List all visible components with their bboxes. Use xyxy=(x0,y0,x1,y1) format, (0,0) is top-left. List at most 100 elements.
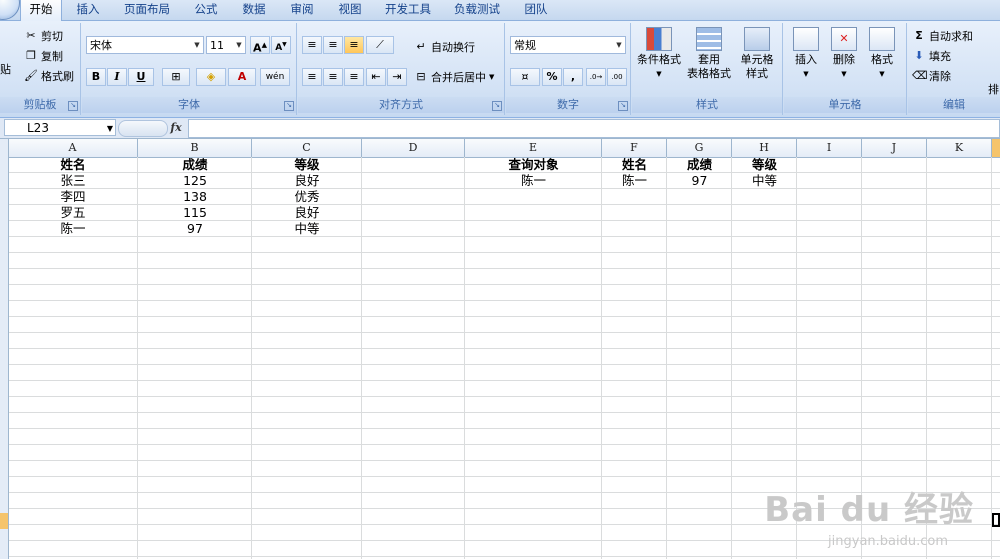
tab-load-test[interactable]: 负载测试 xyxy=(446,0,508,20)
autosum-button[interactable]: Σ 自动求和 xyxy=(912,28,973,44)
cell-b4[interactable]: 115 xyxy=(138,205,252,221)
shrink-font-button[interactable]: A▼ xyxy=(271,36,291,54)
tab-insert[interactable]: 插入 xyxy=(68,0,108,20)
cell-c1[interactable]: 等级 xyxy=(252,157,362,173)
phonetic-button[interactable]: wén xyxy=(260,68,290,86)
align-bottom-button[interactable]: ≡ xyxy=(344,36,364,54)
delete-cells-button[interactable]: ✕ 删除 ▼ xyxy=(826,27,862,81)
row-header-23[interactable] xyxy=(0,513,8,529)
grow-font-button[interactable]: A▲ xyxy=(250,36,270,55)
tab-developer[interactable]: 开发工具 xyxy=(378,0,438,20)
alignment-launcher-icon[interactable]: ↘ xyxy=(492,101,502,111)
selected-cell-l23[interactable] xyxy=(992,513,1000,527)
format-cells-button[interactable]: 格式 ▼ xyxy=(864,27,900,81)
column-header-e[interactable]: E xyxy=(465,139,602,157)
currency-button[interactable]: ¤ xyxy=(510,68,540,86)
clear-button[interactable]: ⌫ 清除 xyxy=(912,68,951,84)
cell-styles-button[interactable]: 单元格 样式 xyxy=(734,27,780,81)
fill-button[interactable]: ⬇ 填充 xyxy=(912,48,951,64)
copy-button[interactable]: ❐ 复制 xyxy=(24,48,63,64)
cell-a3[interactable]: 李四 xyxy=(8,189,138,205)
tab-view[interactable]: 视图 xyxy=(330,0,370,20)
cell-g2[interactable]: 97 xyxy=(667,173,732,189)
name-box[interactable]: L23 ▼ xyxy=(4,119,116,136)
decrease-decimal-button[interactable]: .00 xyxy=(607,68,627,86)
cell-a1[interactable]: 姓名 xyxy=(8,157,138,173)
align-left-button[interactable]: ≡ xyxy=(302,68,322,86)
cell-c4[interactable]: 良好 xyxy=(252,205,362,221)
cell-h1[interactable]: 等级 xyxy=(732,157,797,173)
italic-button[interactable]: I xyxy=(107,68,127,86)
column-header-k[interactable]: K xyxy=(927,139,992,157)
number-launcher-icon[interactable]: ↘ xyxy=(618,101,628,111)
cut-button[interactable]: ✂ 剪切 xyxy=(24,28,63,44)
merge-center-button[interactable]: ⊟ 合并后居中 ▼ xyxy=(414,69,494,85)
tab-team[interactable]: 团队 xyxy=(516,0,556,20)
cell-b2[interactable]: 125 xyxy=(138,173,252,189)
number-format-select[interactable]: 常规 ▼ xyxy=(510,36,626,54)
align-right-button[interactable]: ≡ xyxy=(344,68,364,86)
column-header-l[interactable] xyxy=(992,139,1000,157)
clipboard-launcher-icon[interactable]: ↘ xyxy=(68,101,78,111)
cell-b3[interactable]: 138 xyxy=(138,189,252,205)
cell-e1[interactable]: 查询对象 xyxy=(465,157,602,173)
decrease-indent-button[interactable]: ⇤ xyxy=(366,68,386,86)
insert-cells-button[interactable]: 插入 ▼ xyxy=(788,27,824,81)
font-color-button[interactable]: A xyxy=(228,68,256,86)
column-header-f[interactable]: F xyxy=(602,139,667,157)
font-size-select[interactable]: 11 ▼ xyxy=(206,36,246,54)
fill-color-button[interactable]: ◈ xyxy=(196,68,226,86)
cell-b1[interactable]: 成绩 xyxy=(138,157,252,173)
column-header-d[interactable]: D xyxy=(362,139,465,157)
comma-button[interactable]: , xyxy=(563,68,583,86)
cell-g1[interactable]: 成绩 xyxy=(667,157,732,173)
align-top-button[interactable]: ≡ xyxy=(302,36,322,54)
row-headers[interactable] xyxy=(0,139,9,559)
format-painter-button[interactable]: 🖌 格式刷 xyxy=(24,68,74,84)
align-center-button[interactable]: ≡ xyxy=(323,68,343,86)
font-name-select[interactable]: 宋体 ▼ xyxy=(86,36,204,54)
cell-c5[interactable]: 中等 xyxy=(252,221,362,237)
column-header-a[interactable]: A xyxy=(8,139,138,157)
formula-controls[interactable] xyxy=(118,120,168,137)
tab-formulas[interactable]: 公式 xyxy=(186,0,226,20)
tab-home[interactable]: 开始 xyxy=(20,0,62,22)
increase-decimal-button[interactable]: .0→ xyxy=(586,68,606,86)
tab-page-layout[interactable]: 页面布局 xyxy=(118,0,176,20)
cell-a4[interactable]: 罗五 xyxy=(8,205,138,221)
bold-button[interactable]: B xyxy=(86,68,106,86)
cell-f2[interactable]: 陈一 xyxy=(602,173,667,189)
office-button[interactable] xyxy=(0,0,20,20)
column-header-c[interactable]: C xyxy=(252,139,362,157)
cell-h2[interactable]: 中等 xyxy=(732,173,797,189)
cell-c2[interactable]: 良好 xyxy=(252,173,362,189)
column-header-j[interactable]: J xyxy=(862,139,927,157)
cell-f1[interactable]: 姓名 xyxy=(602,157,667,173)
cell-b5[interactable]: 97 xyxy=(138,221,252,237)
align-middle-button[interactable]: ≡ xyxy=(323,36,343,54)
format-as-table-button[interactable]: 套用 表格格式 xyxy=(686,27,732,81)
paste-button[interactable]: 贴 xyxy=(0,61,11,77)
tab-data[interactable]: 数据 xyxy=(234,0,274,20)
orientation-button[interactable]: ⟋ xyxy=(366,36,394,54)
conditional-format-button[interactable]: 条件格式 ▼ xyxy=(634,27,684,81)
insert-function-button[interactable]: fx xyxy=(168,120,184,136)
underline-button[interactable]: U xyxy=(128,68,154,86)
increase-indent-button[interactable]: ⇥ xyxy=(387,68,407,86)
wrap-text-button[interactable]: ↵ 自动换行 xyxy=(414,39,475,55)
column-header-i[interactable]: I xyxy=(797,139,862,157)
font-label: 字体 xyxy=(82,97,296,113)
cell-a2[interactable]: 张三 xyxy=(8,173,138,189)
border-button[interactable]: ⊞ xyxy=(162,68,190,86)
column-header-g[interactable]: G xyxy=(667,139,732,157)
percent-button[interactable]: % xyxy=(542,68,562,86)
sort-filter-button[interactable]: 排 xyxy=(988,81,999,97)
formula-input[interactable] xyxy=(188,119,1000,138)
column-header-b[interactable]: B xyxy=(138,139,252,157)
font-launcher-icon[interactable]: ↘ xyxy=(284,101,294,111)
tab-review[interactable]: 审阅 xyxy=(282,0,322,20)
column-header-h[interactable]: H xyxy=(732,139,797,157)
cell-a5[interactable]: 陈一 xyxy=(8,221,138,237)
cell-c3[interactable]: 优秀 xyxy=(252,189,362,205)
cell-e2[interactable]: 陈一 xyxy=(465,173,602,189)
